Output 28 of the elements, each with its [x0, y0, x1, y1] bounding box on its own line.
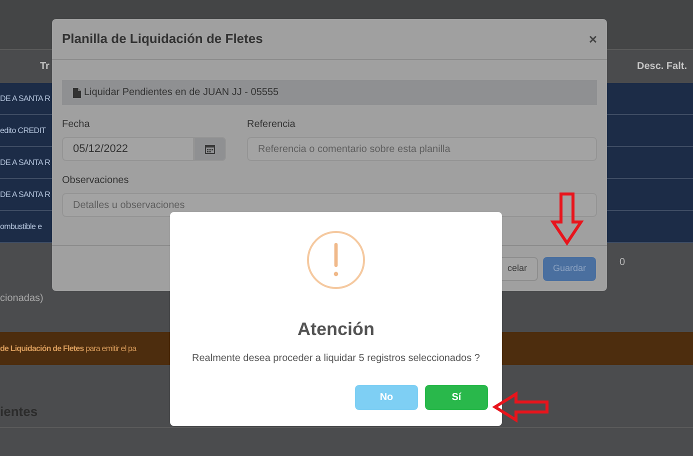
confirm-button[interactable]: Sí [425, 385, 488, 410]
save-button[interactable]: Guardar [542, 256, 596, 280]
column-header: Tr [40, 60, 50, 74]
info-text: Liquidar Pendientes en de JUAN JJ - 05555 [84, 86, 279, 100]
calendar-button[interactable] [194, 137, 226, 161]
dialog-message: Realmente desea proceder a liquidar 5 registros seleccionados ? [192, 352, 480, 366]
total-value: 0 [619, 256, 625, 270]
table-cell: ombustible e [0, 220, 42, 232]
table-cell: DE A SANTA R [0, 188, 50, 200]
document-icon [73, 88, 81, 98]
dialog-title: Atención [297, 318, 374, 341]
close-button[interactable]: × [588, 28, 597, 50]
arrow-icon [550, 192, 584, 246]
column-header: Desc. Falt. [636, 60, 687, 74]
table-cell: DE A SANTA R [0, 156, 50, 168]
selection-note: cionadas) [0, 293, 44, 304]
table-cell: edito CREDIT [0, 124, 46, 136]
date-field[interactable]: 05/12/2022 [62, 137, 194, 161]
modal-title: Planilla de Liquidación de Fletes [62, 30, 263, 48]
field-label: Referencia [247, 118, 296, 132]
calendar-icon [205, 144, 215, 154]
banner-text: de Liquidación de Fletes para emitir el pa [0, 342, 136, 354]
arrow-icon [492, 391, 550, 423]
warning-icon [306, 230, 366, 290]
field-label: Fecha [62, 118, 91, 132]
text-field[interactable]: Referencia o comentario sobre esta planilla [247, 137, 597, 161]
field-label: Observaciones [62, 174, 130, 188]
table-cell: DE A SANTA R [0, 92, 50, 104]
